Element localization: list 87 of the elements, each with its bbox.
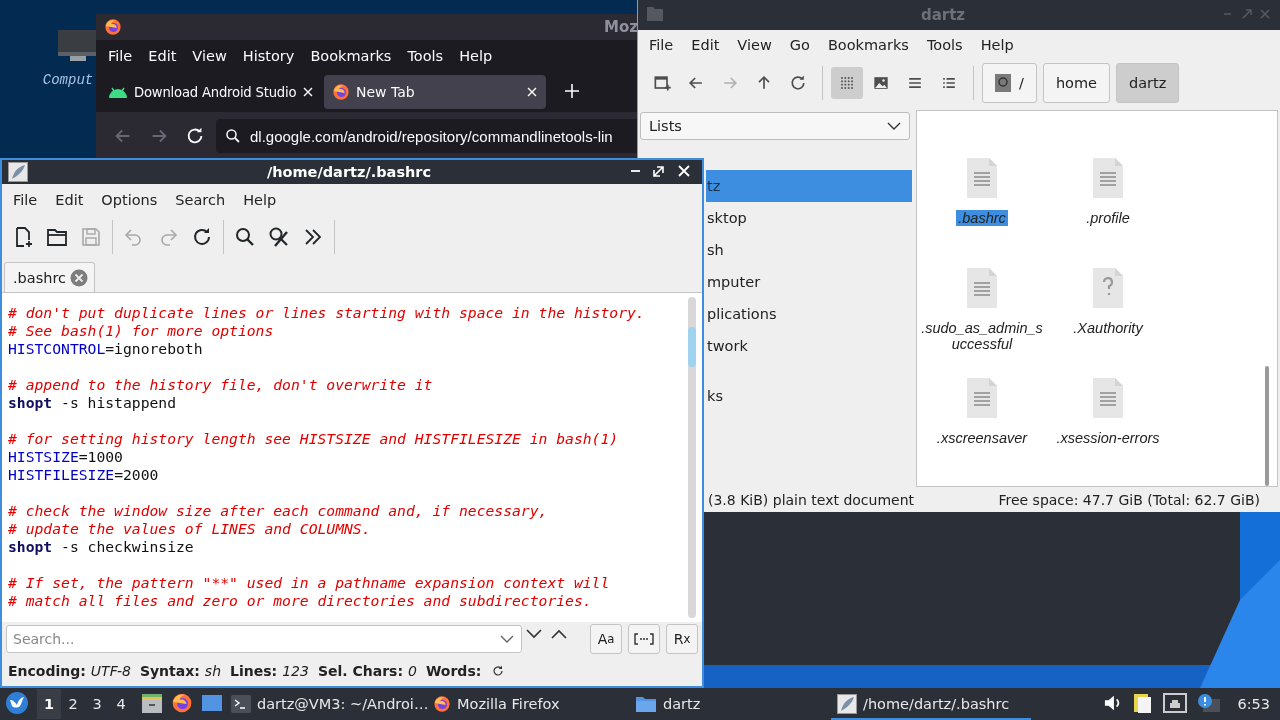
menu-item[interactable]: Bookmarks <box>302 48 400 64</box>
menu-item[interactable]: Search <box>166 192 235 208</box>
free-space-text: Free space: 47.7 GiB (Total: 62.7 GiB) <box>998 492 1260 508</box>
workspace-button[interactable]: 3 <box>85 689 109 719</box>
side-pane-heading[interactable]: ks <box>706 380 912 412</box>
status-label: Words: <box>425 663 482 679</box>
side-pane-item[interactable]: mputer <box>706 266 912 298</box>
taskbar-task[interactable]: Mozilla Firefox <box>427 688 627 720</box>
unknown-file-icon <box>1090 266 1126 310</box>
terminal-icon <box>231 695 251 713</box>
close-tab-icon[interactable] <box>302 86 315 98</box>
workspace-button[interactable]: 2 <box>61 689 85 719</box>
taskbar-task[interactable]: /home/dartz/.bashrc <box>831 688 1031 720</box>
menu-item[interactable]: Bookmarks <box>818 37 918 53</box>
status-label: Lines: <box>230 663 278 679</box>
clock: 6:53 <box>1237 696 1270 712</box>
status-label: Encoding: <box>8 663 86 679</box>
address-bar[interactable]: dl.google.com/android/repository/commandlinetools-lin <box>216 119 640 153</box>
browser-logo-icon <box>433 695 451 713</box>
workspace-button[interactable]: 1 <box>37 689 61 719</box>
side-pane-item[interactable]: plications <box>706 298 912 330</box>
status-value: 123 <box>282 663 309 679</box>
menu-item[interactable]: Help <box>234 192 286 208</box>
file-name[interactable]: .profile <box>1047 210 1169 226</box>
browser-tab[interactable]: New Tab <box>324 75 546 109</box>
folder-icon <box>635 695 657 713</box>
window-title: /home/dartz/.bashrc <box>265 164 433 180</box>
taskbar-task[interactable]: dartz@VM3: ~/Androi… <box>225 688 425 720</box>
android-icon <box>108 85 128 99</box>
browser-logo-icon <box>332 83 350 101</box>
feather-icon <box>837 694 857 714</box>
scrollbar[interactable] <box>688 297 696 618</box>
text-file-icon <box>1090 376 1126 420</box>
file-name[interactable]: .sudo_as_admin_successful <box>921 320 1043 352</box>
status-value: 0 <box>408 663 417 679</box>
status-label: Syntax: <box>139 663 200 679</box>
status-label: Sel. Chars: <box>317 663 403 679</box>
feather-icon <box>8 162 28 182</box>
path-button[interactable]: dartz <box>1116 63 1180 103</box>
menu-item[interactable]: Help <box>451 48 501 64</box>
menu-item[interactable]: View <box>184 48 235 64</box>
text-file-icon <box>964 266 1000 310</box>
menu-item[interactable]: Go <box>780 37 819 53</box>
status-value: UTF-8 <box>90 663 131 679</box>
workspace-button[interactable]: 4 <box>109 689 133 719</box>
side-pane-item[interactable]: sh <box>706 234 912 266</box>
whole-word-button[interactable] <box>628 624 660 654</box>
scrollbar[interactable] <box>1265 366 1269 486</box>
browser-tab[interactable]: Download Android Studio <box>100 75 322 109</box>
menu-item[interactable]: Edit <box>46 192 93 208</box>
text-file-icon <box>964 376 1000 420</box>
browser-logo-icon <box>104 18 122 36</box>
menu-item[interactable]: Help <box>971 37 1023 53</box>
text-file-icon <box>964 156 1000 200</box>
side-pane-item[interactable]: twork <box>706 330 912 362</box>
window-title: Moz <box>604 18 638 36</box>
drive-icon <box>995 74 1011 92</box>
menu-item[interactable]: Options <box>92 192 167 208</box>
path-button[interactable]: / <box>982 63 1037 103</box>
desktop-icon-label[interactable]: Comput <box>42 72 94 88</box>
menu-item[interactable]: History <box>234 48 303 64</box>
menu-item[interactable]: View <box>728 37 781 53</box>
menu-item[interactable]: Edit <box>682 37 729 53</box>
taskbar-task[interactable]: dartz <box>629 688 829 720</box>
menu-item[interactable]: File <box>640 37 683 53</box>
text-file-icon <box>1090 156 1126 200</box>
file-name[interactable]: .Xauthority <box>1047 320 1169 336</box>
file-name[interactable]: .xsession-errors <box>1047 430 1169 446</box>
window-title: dartz <box>919 6 967 24</box>
close-tab-icon[interactable] <box>526 86 538 98</box>
side-pane-item[interactable]: sktop <box>706 202 912 234</box>
menu-item[interactable]: File <box>4 192 47 208</box>
menu-item[interactable]: Tools <box>399 48 452 64</box>
status-value: sh <box>204 663 222 679</box>
document-tab[interactable]: .bashrc <box>4 262 96 292</box>
side-pane-item[interactable]: tz <box>706 170 912 202</box>
file-name[interactable]: .bashrc <box>956 210 1008 226</box>
status-text: (3.8 KiB) plain text document <box>708 492 915 508</box>
side-pane-dropdown[interactable]: Lists <box>640 112 910 140</box>
search-field[interactable]: Search... <box>6 625 522 653</box>
menu-item[interactable]: Tools <box>917 37 972 53</box>
path-button[interactable]: home <box>1042 63 1110 103</box>
bracket-dots-icon <box>634 633 654 645</box>
network-icon[interactable] <box>1163 692 1188 716</box>
menu-item[interactable]: Edit <box>140 48 185 64</box>
menu-item[interactable]: File <box>100 48 141 64</box>
file-name[interactable]: .xscreensaver <box>921 430 1043 446</box>
